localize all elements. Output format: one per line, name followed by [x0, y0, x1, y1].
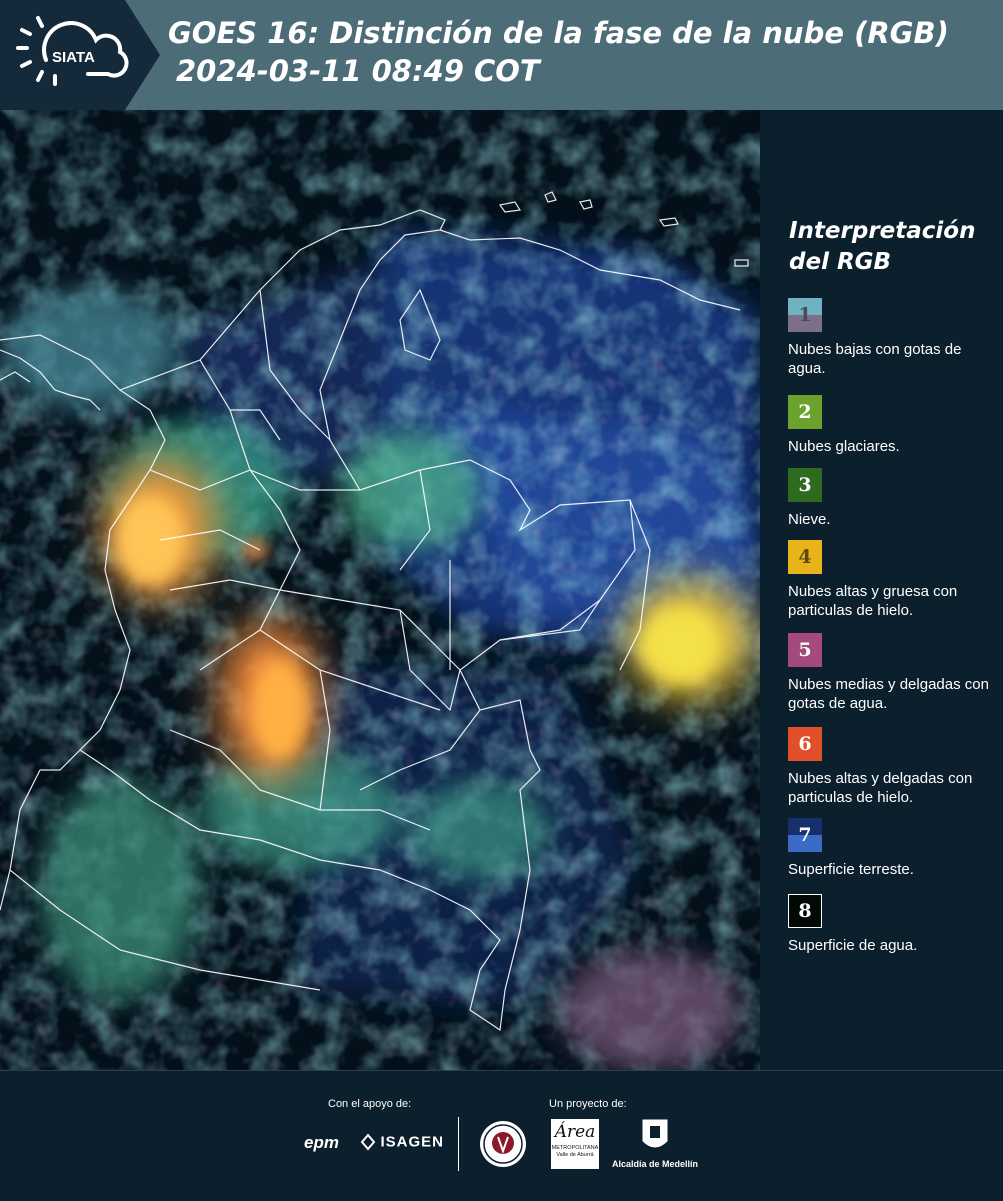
epm-logo: epm [304, 1133, 339, 1152]
seal-logo [478, 1119, 528, 1174]
header-bar: SIATA GOES 16: Distinción de la fase de … [0, 0, 1003, 110]
siata-logo: SIATA [0, 0, 160, 110]
legend-item-3: 3 Nieve. [788, 468, 998, 529]
legend-title: Interpretación del RGB [789, 218, 976, 275]
legend-swatch-5: 5 [788, 633, 822, 667]
legend-label-6: Nubes altas y delgadas con particulas de… [788, 770, 973, 806]
legend-panel: Interpretación del RGB 1 Nubes bajas con… [760, 110, 1003, 1070]
map-title: GOES 16: Distinción de la fase de la nub… [168, 16, 949, 50]
legend-item-6: 6 Nubes altas y delgadas con particulas … [788, 727, 998, 807]
project-caption: Un proyecto de: [549, 1098, 627, 1110]
legend-label-5: Nubes medias y delgadas con gotas de agu… [788, 676, 989, 712]
legend-label-2: Nubes glaciares. [788, 438, 900, 455]
legend-label-1: Nubes bajas con gotas de agua. [788, 341, 962, 377]
legend-label-7: Superficie terreste. [788, 861, 914, 878]
legend-swatch-1: 1 [788, 298, 822, 332]
legend-swatch-3: 3 [788, 468, 822, 502]
legend-swatch-8: 8 [788, 894, 822, 928]
legend-swatch-4: 4 [788, 540, 822, 574]
satellite-map [0, 110, 760, 1070]
footer-bar: Con el apoyo de: Un proyecto de: epm ISA… [0, 1070, 1003, 1201]
support-caption: Con el apoyo de: [328, 1098, 412, 1110]
legend-swatch-7: 7 [788, 818, 822, 852]
map-timestamp: 2024-03-11 08:49 COT [176, 54, 540, 88]
legend-item-5: 5 Nubes medias y delgadas con gotas de a… [788, 633, 998, 713]
legend-swatch-2: 2 [788, 395, 822, 429]
isagen-logo: ISAGEN [360, 1133, 444, 1151]
legend-label-8: Superficie de agua. [788, 937, 918, 954]
svg-text:SIATA: SIATA [52, 49, 95, 66]
legend-item-7: 7 Superficie terreste. [788, 818, 998, 879]
legend-label-4: Nubes altas y gruesa con particulas de h… [788, 583, 958, 619]
legend-item-8: 8 Superficie de agua. [788, 894, 998, 955]
medellin-shield-icon [640, 1117, 670, 1160]
legend-item-1: 1 Nubes bajas con gotas de agua. [788, 298, 998, 378]
legend-item-4: 4 Nubes altas y gruesa con particulas de… [788, 540, 998, 620]
legend-swatch-6: 6 [788, 727, 822, 761]
legend-item-2: 2 Nubes glaciares. [788, 395, 998, 456]
footer-divider [458, 1117, 459, 1171]
area-metropolitana-logo: Área METROPOLITANA Valle de Aburrá [551, 1119, 599, 1169]
alcaldia-text: Alcaldía de Medellín [612, 1159, 699, 1169]
legend-label-3: Nieve. [788, 511, 831, 528]
